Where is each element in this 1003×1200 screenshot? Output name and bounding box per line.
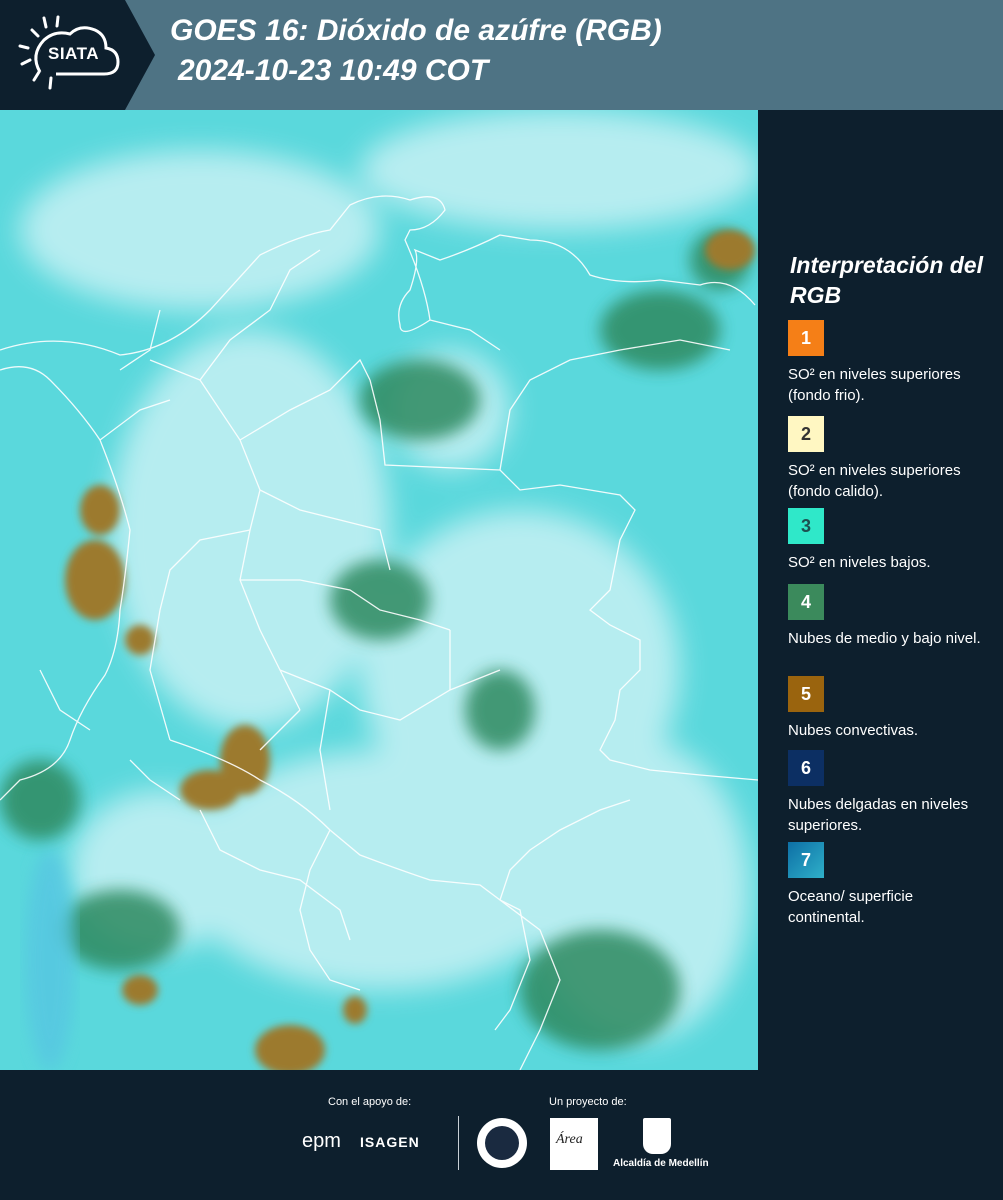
area-metropolitana-logo: Área	[550, 1118, 598, 1170]
legend-swatch-3: 3	[788, 508, 824, 544]
legend-item-3: 3 SO² en niveles bajos.	[788, 508, 993, 573]
legend-item-2: 2 SO² en niveles superiores (fondo calid…	[788, 416, 993, 502]
legend-text-1: SO² en niveles superiores (fondo frio).	[788, 366, 961, 404]
legend-swatch-5: 5	[788, 676, 824, 712]
legend-text-2: SO² en niveles superiores (fondo calido)…	[788, 462, 961, 500]
alcaldia-logo-text: Alcaldía de Medellín	[613, 1158, 709, 1169]
legend-text-6: Nubes delgadas en niveles superiores.	[788, 796, 969, 834]
medellin-seal-icon	[477, 1118, 527, 1168]
legend-swatch-1: 1	[788, 320, 824, 356]
isagen-logo: ISAGEN	[360, 1134, 420, 1150]
header-bar: SIATA GOES 16: Dióxido de azúfre (RGB) 2…	[0, 0, 1003, 110]
legend-text-7: Oceano/ superficie continental.	[788, 888, 914, 926]
legend-item-5: 5 Nubes convectivas.	[788, 676, 993, 741]
area-logo-text: Área	[556, 1132, 583, 1147]
legend-swatch-4: 4	[788, 584, 824, 620]
legend-item-1: 1 SO² en niveles superiores (fondo frio)…	[788, 320, 993, 406]
legend-text-4: Nubes de medio y bajo nivel.	[788, 630, 981, 647]
satellite-map[interactable]	[0, 110, 758, 1070]
page-title: GOES 16: Dióxido de azúfre (RGB)	[170, 14, 662, 47]
project-label: Un proyecto de:	[549, 1096, 627, 1108]
legend-swatch-7: 7	[788, 842, 824, 878]
page-timestamp: 2024-10-23 10:49 COT	[178, 54, 489, 87]
siata-logo[interactable]: SIATA	[0, 0, 155, 110]
footer-divider	[458, 1116, 459, 1170]
legend-title: Interpretación del RGB	[790, 252, 983, 308]
legend-item-7: 7 Oceano/ superficie continental.	[788, 842, 993, 928]
legend-item-6: 6 Nubes delgadas en niveles superiores.	[788, 750, 993, 836]
epm-logo: epm	[302, 1130, 341, 1152]
footer-bar: Con el apoyo de: Un proyecto de: epm ISA…	[0, 1070, 1003, 1200]
legend-text-5: Nubes convectivas.	[788, 722, 919, 739]
legend-text-3: SO² en niveles bajos.	[788, 554, 931, 571]
logo-text: SIATA	[48, 44, 99, 63]
support-label: Con el apoyo de:	[328, 1096, 412, 1108]
legend-panel: Interpretación del RGB 1 SO² en niveles …	[760, 110, 1003, 1070]
legend-swatch-2: 2	[788, 416, 824, 452]
medellin-shield-icon	[643, 1118, 671, 1154]
legend-item-4: 4 Nubes de medio y bajo nivel.	[788, 584, 993, 649]
legend-swatch-6: 6	[788, 750, 824, 786]
